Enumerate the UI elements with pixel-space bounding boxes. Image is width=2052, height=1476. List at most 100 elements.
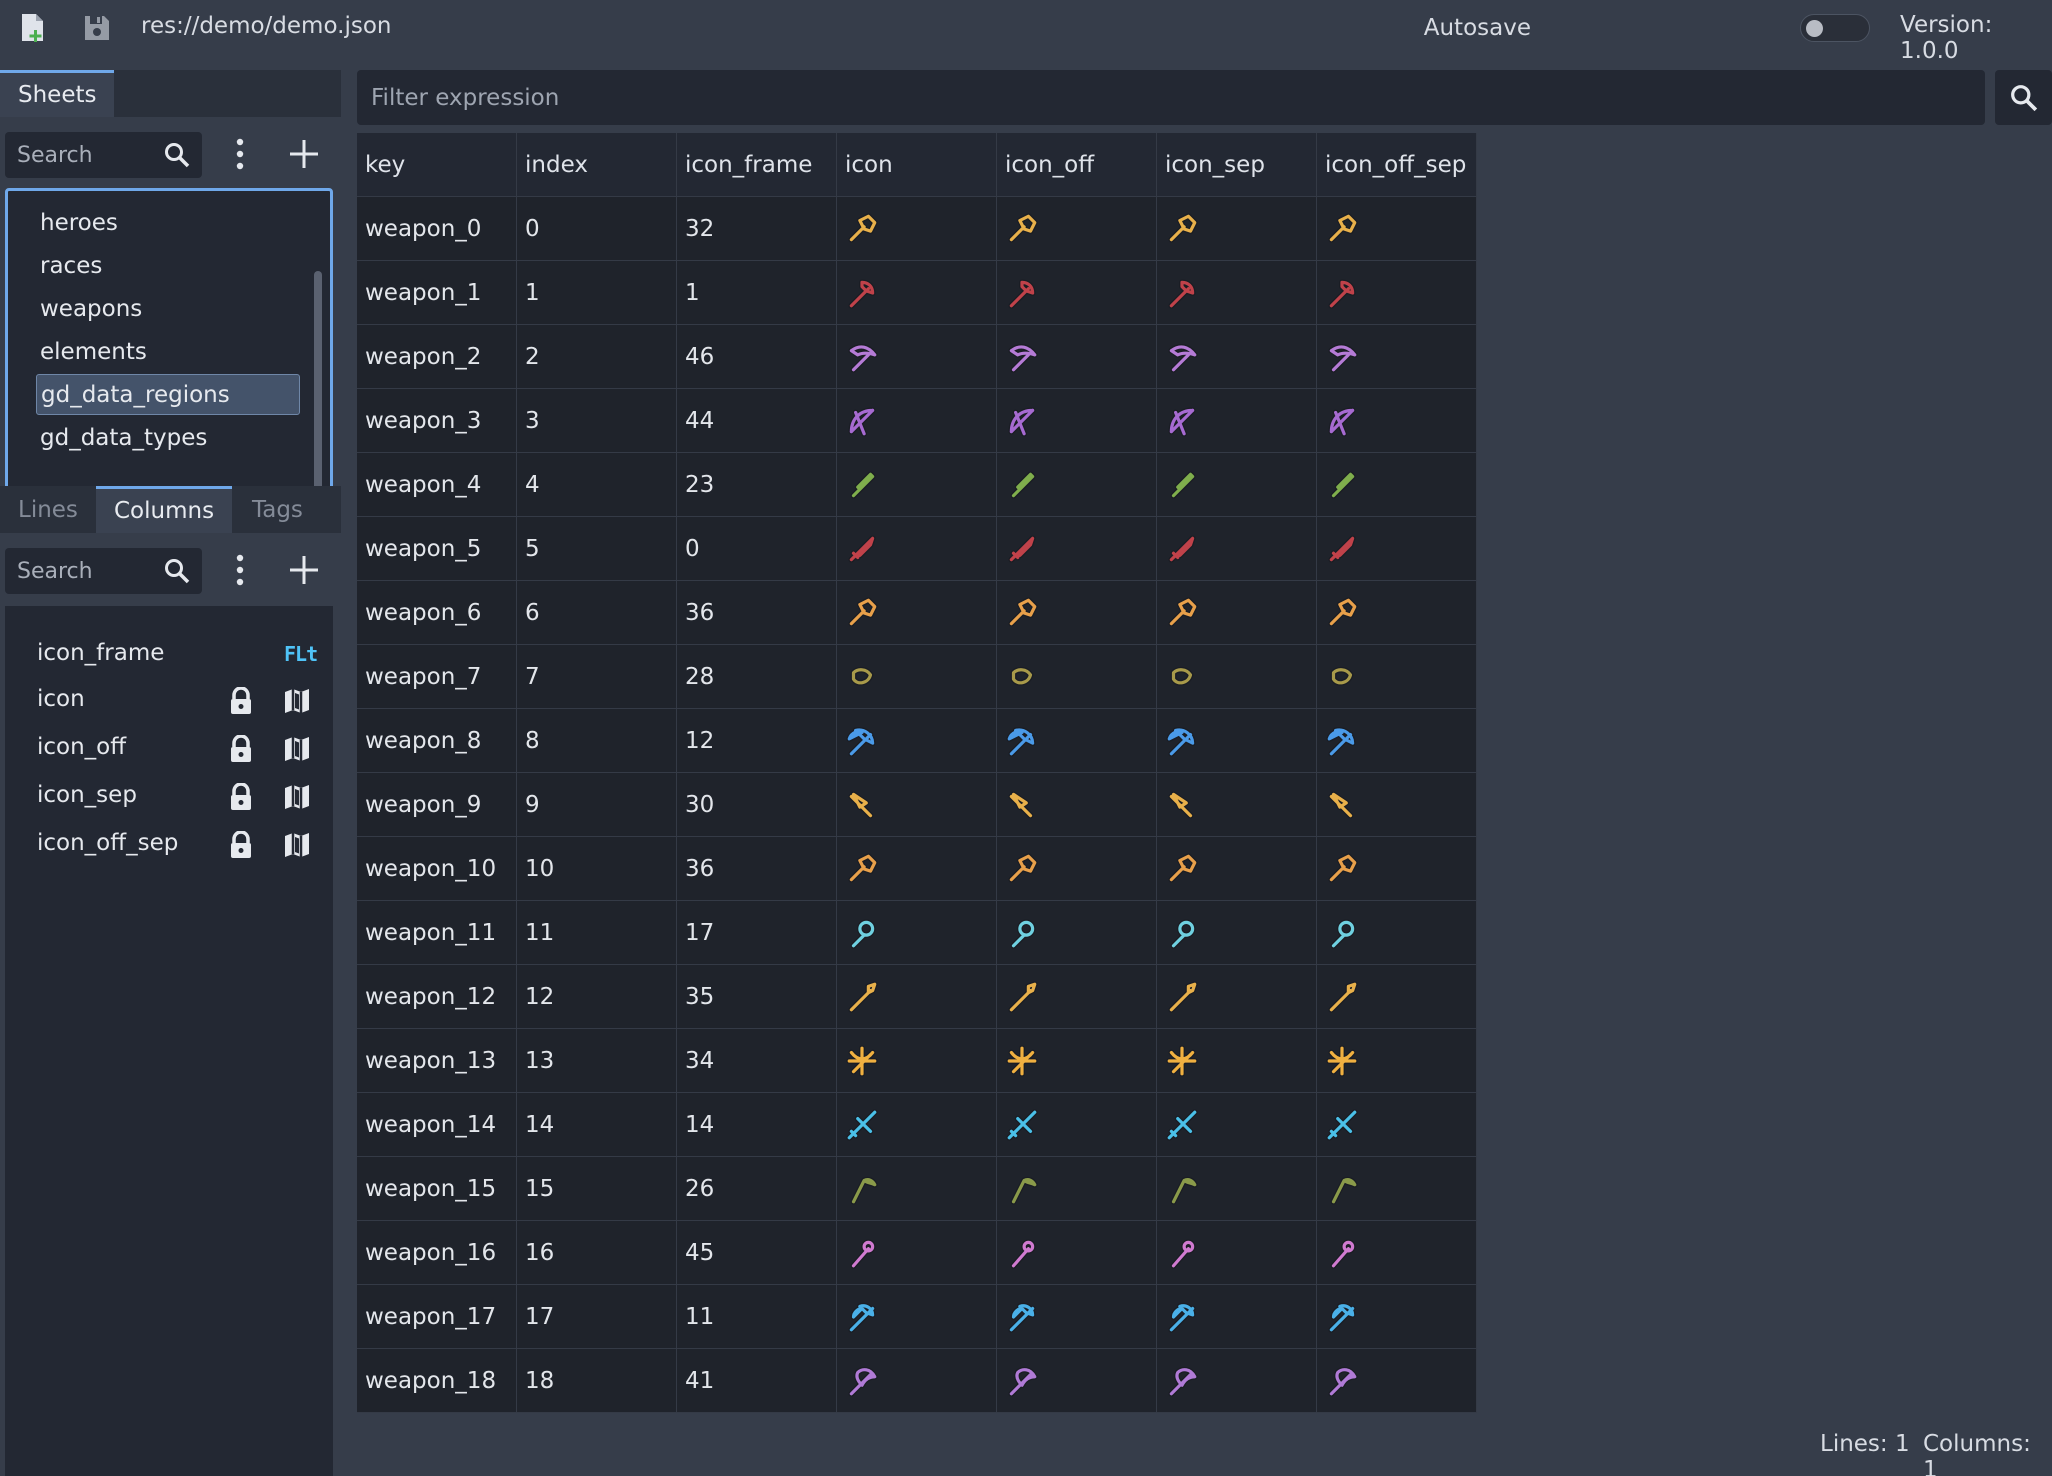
cell-icon-off-sep[interactable] [1317, 453, 1477, 517]
cell-icon-off[interactable] [997, 1157, 1157, 1221]
map-icon[interactable] [282, 782, 312, 812]
columns-more-icon[interactable] [222, 550, 258, 590]
cell-key[interactable]: weapon_16 [357, 1221, 517, 1285]
cell-icon-frame[interactable]: 23 [677, 453, 837, 517]
cell-icon-off[interactable] [997, 901, 1157, 965]
cell-icon-off-sep[interactable] [1317, 325, 1477, 389]
cell-icon-off[interactable] [997, 1349, 1157, 1413]
cell-icon[interactable] [837, 773, 997, 837]
cell-index[interactable]: 1 [517, 261, 677, 325]
cell-icon[interactable] [837, 1157, 997, 1221]
cell-icon[interactable] [837, 709, 997, 773]
cell-icon-frame[interactable]: 45 [677, 1221, 837, 1285]
cell-icon-off-sep[interactable] [1317, 581, 1477, 645]
map-icon[interactable] [282, 686, 312, 716]
cell-icon-off[interactable] [997, 389, 1157, 453]
cell-icon-sep[interactable] [1157, 197, 1317, 261]
cell-icon-sep[interactable] [1157, 773, 1317, 837]
cell-icon-sep[interactable] [1157, 1221, 1317, 1285]
columns-search-input[interactable]: Search [5, 548, 202, 594]
autosave-toggle[interactable] [1800, 14, 1870, 42]
cell-index[interactable]: 11 [517, 901, 677, 965]
cell-icon-sep[interactable] [1157, 901, 1317, 965]
cell-icon-off[interactable] [997, 1285, 1157, 1349]
cell-index[interactable]: 6 [517, 581, 677, 645]
cell-icon-frame[interactable]: 14 [677, 1093, 837, 1157]
cell-index[interactable]: 13 [517, 1029, 677, 1093]
cell-index[interactable]: 0 [517, 197, 677, 261]
cell-index[interactable]: 7 [517, 645, 677, 709]
cell-icon-frame[interactable]: 0 [677, 517, 837, 581]
cell-icon-sep[interactable] [1157, 261, 1317, 325]
cell-icon[interactable] [837, 261, 997, 325]
cell-icon-off-sep[interactable] [1317, 1157, 1477, 1221]
cell-icon-off[interactable] [997, 1221, 1157, 1285]
cell-icon[interactable] [837, 517, 997, 581]
cell-icon[interactable] [837, 1093, 997, 1157]
sheets-more-icon[interactable] [222, 134, 258, 174]
cell-key[interactable]: weapon_0 [357, 197, 517, 261]
cell-key[interactable]: weapon_17 [357, 1285, 517, 1349]
cell-icon-off[interactable] [997, 453, 1157, 517]
cell-key[interactable]: weapon_11 [357, 901, 517, 965]
cell-icon-sep[interactable] [1157, 709, 1317, 773]
column-item-icon[interactable]: icon [37, 686, 85, 712]
column-item-icon-frame[interactable]: icon_frame [37, 640, 164, 666]
cell-icon-sep[interactable] [1157, 517, 1317, 581]
cell-icon-frame[interactable]: 17 [677, 901, 837, 965]
cell-icon[interactable] [837, 837, 997, 901]
cell-index[interactable]: 5 [517, 517, 677, 581]
cell-icon-off-sep[interactable] [1317, 773, 1477, 837]
cell-icon-sep[interactable] [1157, 837, 1317, 901]
cell-icon-off[interactable] [997, 965, 1157, 1029]
sheet-item-elements[interactable]: elements [36, 331, 300, 372]
lock-icon[interactable] [226, 686, 256, 716]
cell-icon[interactable] [837, 581, 997, 645]
column-header-icon-off[interactable]: icon_off [997, 133, 1157, 197]
cell-key[interactable]: weapon_18 [357, 1349, 517, 1413]
cell-key[interactable]: weapon_6 [357, 581, 517, 645]
cell-icon-sep[interactable] [1157, 1285, 1317, 1349]
cell-icon-sep[interactable] [1157, 581, 1317, 645]
cell-key[interactable]: weapon_5 [357, 517, 517, 581]
cell-icon-off[interactable] [997, 837, 1157, 901]
column-header-icon-sep[interactable]: icon_sep [1157, 133, 1317, 197]
cell-index[interactable]: 14 [517, 1093, 677, 1157]
cell-index[interactable]: 10 [517, 837, 677, 901]
cell-key[interactable]: weapon_8 [357, 709, 517, 773]
cell-icon-sep[interactable] [1157, 1093, 1317, 1157]
column-header-icon[interactable]: icon [837, 133, 997, 197]
sheets-scrollbar[interactable] [314, 271, 322, 506]
cell-icon-off-sep[interactable] [1317, 389, 1477, 453]
cell-icon[interactable] [837, 965, 997, 1029]
cell-icon-sep[interactable] [1157, 1157, 1317, 1221]
add-column-icon[interactable] [286, 550, 322, 590]
column-item-icon-off-sep[interactable]: icon_off_sep [37, 830, 178, 856]
cell-icon-sep[interactable] [1157, 325, 1317, 389]
cell-index[interactable]: 9 [517, 773, 677, 837]
cell-index[interactable]: 12 [517, 965, 677, 1029]
tab-tags[interactable]: Tags [234, 486, 321, 533]
cell-key[interactable]: weapon_15 [357, 1157, 517, 1221]
column-header-key[interactable]: key [357, 133, 517, 197]
filter-search-button[interactable] [1995, 70, 2052, 125]
cell-icon-sep[interactable] [1157, 389, 1317, 453]
cell-icon[interactable] [837, 325, 997, 389]
tab-sheets[interactable]: Sheets [0, 70, 115, 117]
cell-icon-off-sep[interactable] [1317, 645, 1477, 709]
cell-icon[interactable] [837, 1349, 997, 1413]
cell-icon-off[interactable] [997, 1029, 1157, 1093]
lock-icon[interactable] [226, 830, 256, 860]
cell-icon-frame[interactable]: 26 [677, 1157, 837, 1221]
cell-index[interactable]: 2 [517, 325, 677, 389]
filter-expression-input[interactable]: Filter expression [357, 70, 1985, 125]
cell-icon-off-sep[interactable] [1317, 709, 1477, 773]
cell-key[interactable]: weapon_2 [357, 325, 517, 389]
cell-icon-off[interactable] [997, 325, 1157, 389]
cell-index[interactable]: 3 [517, 389, 677, 453]
cell-icon-frame[interactable]: 34 [677, 1029, 837, 1093]
cell-icon-frame[interactable]: 1 [677, 261, 837, 325]
sheet-item-weapons[interactable]: weapons [36, 288, 300, 329]
cell-icon[interactable] [837, 389, 997, 453]
cell-key[interactable]: weapon_4 [357, 453, 517, 517]
